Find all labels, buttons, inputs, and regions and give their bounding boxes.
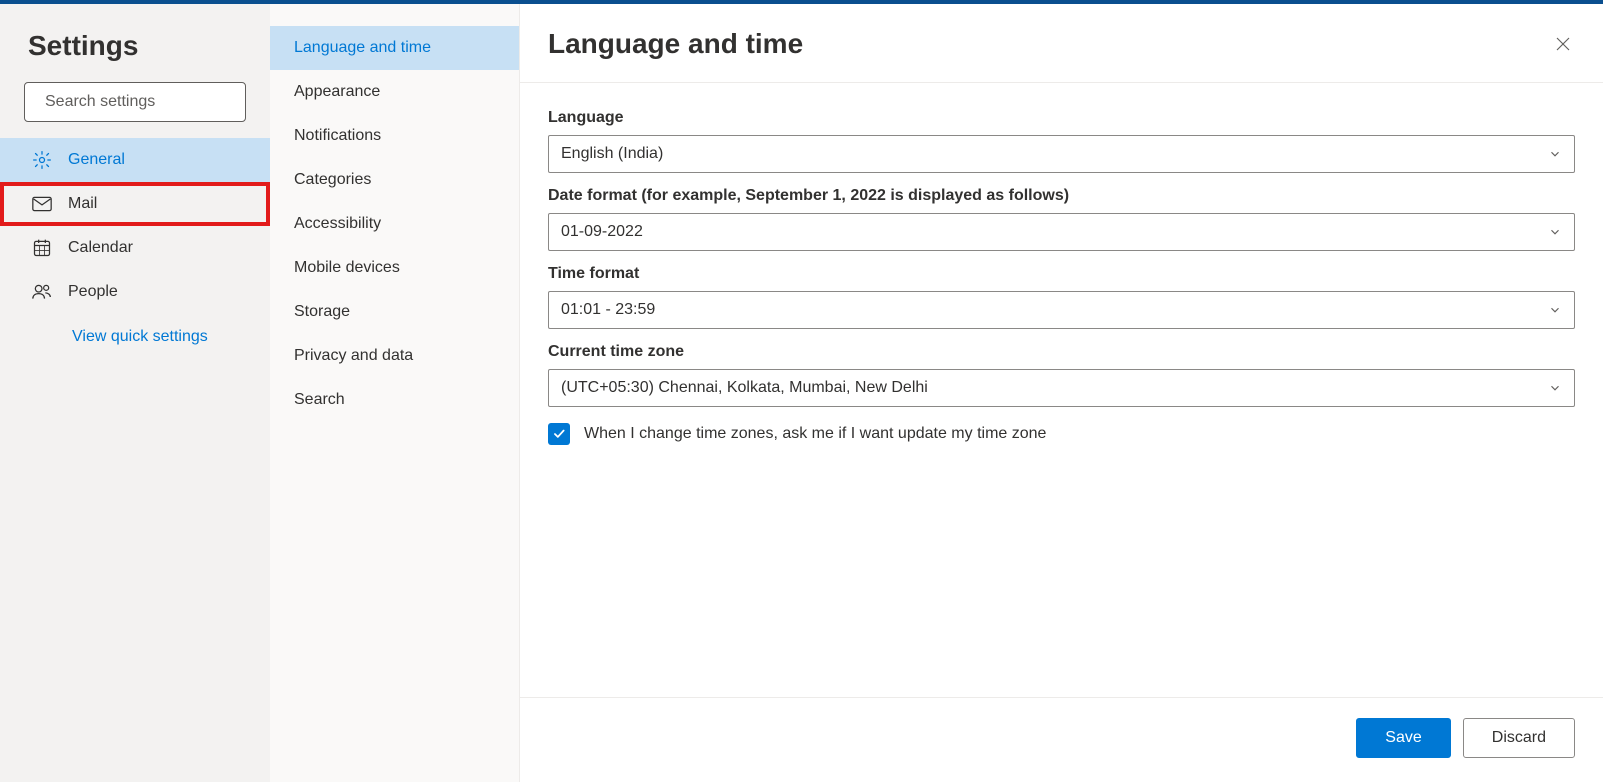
view-quick-settings-link[interactable]: View quick settings [0, 314, 270, 346]
sidebar-item-label: Mail [68, 195, 97, 213]
sidebar-item-people[interactable]: People [0, 270, 270, 314]
subitem-search[interactable]: Search [270, 378, 519, 422]
content-body: Language English (India) Date format (fo… [520, 83, 1603, 697]
chevron-down-icon [1548, 147, 1562, 161]
save-button[interactable]: Save [1356, 718, 1450, 758]
field-time-zone: Current time zone (UTC+05:30) Chennai, K… [548, 343, 1575, 407]
settings-sidebar: Settings General [0, 4, 270, 782]
select-time-zone[interactable]: (UTC+05:30) Chennai, Kolkata, Mumbai, Ne… [548, 369, 1575, 407]
select-time-format-value: 01:01 - 23:59 [561, 301, 655, 319]
select-time-format[interactable]: 01:01 - 23:59 [548, 291, 1575, 329]
sidebar-item-calendar[interactable]: Calendar [0, 226, 270, 270]
checkbox-label-timezone-prompt: When I change time zones, ask me if I wa… [584, 425, 1046, 443]
subsettings-list: Language and time Appearance Notificatio… [270, 26, 519, 422]
page-title: Language and time [548, 28, 803, 60]
sidebar-item-mail[interactable]: Mail [0, 182, 270, 226]
settings-layout: Settings General [0, 4, 1603, 782]
subitem-accessibility[interactable]: Accessibility [270, 202, 519, 246]
subitem-categories[interactable]: Categories [270, 158, 519, 202]
checkmark-icon [552, 427, 566, 441]
sidebar-item-general[interactable]: General [0, 138, 270, 182]
label-language: Language [548, 109, 1575, 127]
content-header: Language and time [520, 4, 1603, 83]
mail-icon [32, 194, 52, 214]
select-language[interactable]: English (India) [548, 135, 1575, 173]
close-icon [1554, 35, 1572, 53]
sidebar-item-label: General [68, 151, 125, 169]
label-time-format: Time format [548, 265, 1575, 283]
search-box[interactable] [24, 82, 246, 122]
sidebar-item-label: Calendar [68, 239, 133, 257]
settings-nav-list: General Mail [0, 138, 270, 314]
chevron-down-icon [1548, 303, 1562, 317]
content-footer: Save Discard [520, 697, 1603, 782]
content-panel: Language and time Language English (Indi… [520, 4, 1603, 782]
select-date-format-value: 01-09-2022 [561, 223, 643, 241]
sidebar-item-label: People [68, 283, 118, 301]
subitem-privacy-and-data[interactable]: Privacy and data [270, 334, 519, 378]
field-time-format: Time format 01:01 - 23:59 [548, 265, 1575, 329]
subitem-mobile-devices[interactable]: Mobile devices [270, 246, 519, 290]
field-date-format: Date format (for example, September 1, 2… [548, 187, 1575, 251]
search-input[interactable] [45, 93, 252, 111]
select-language-value: English (India) [561, 145, 663, 163]
subitem-language-and-time[interactable]: Language and time [270, 26, 519, 70]
select-date-format[interactable]: 01-09-2022 [548, 213, 1575, 251]
label-date-format: Date format (for example, September 1, 2… [548, 187, 1575, 205]
settings-title: Settings [0, 30, 270, 82]
chevron-down-icon [1548, 381, 1562, 395]
subitem-appearance[interactable]: Appearance [270, 70, 519, 114]
discard-button[interactable]: Discard [1463, 718, 1575, 758]
chevron-down-icon [1548, 225, 1562, 239]
field-language: Language English (India) [548, 109, 1575, 173]
search-container [0, 82, 270, 138]
checkbox-row-timezone-prompt: When I change time zones, ask me if I wa… [548, 423, 1575, 445]
subitem-storage[interactable]: Storage [270, 290, 519, 334]
close-button[interactable] [1551, 32, 1575, 56]
calendar-icon [32, 238, 52, 258]
select-time-zone-value: (UTC+05:30) Chennai, Kolkata, Mumbai, Ne… [561, 379, 928, 397]
people-icon [32, 282, 52, 302]
gear-icon [32, 150, 52, 170]
checkbox-timezone-prompt[interactable] [548, 423, 570, 445]
subsettings-sidebar: Language and time Appearance Notificatio… [270, 4, 520, 782]
label-time-zone: Current time zone [548, 343, 1575, 361]
subitem-notifications[interactable]: Notifications [270, 114, 519, 158]
